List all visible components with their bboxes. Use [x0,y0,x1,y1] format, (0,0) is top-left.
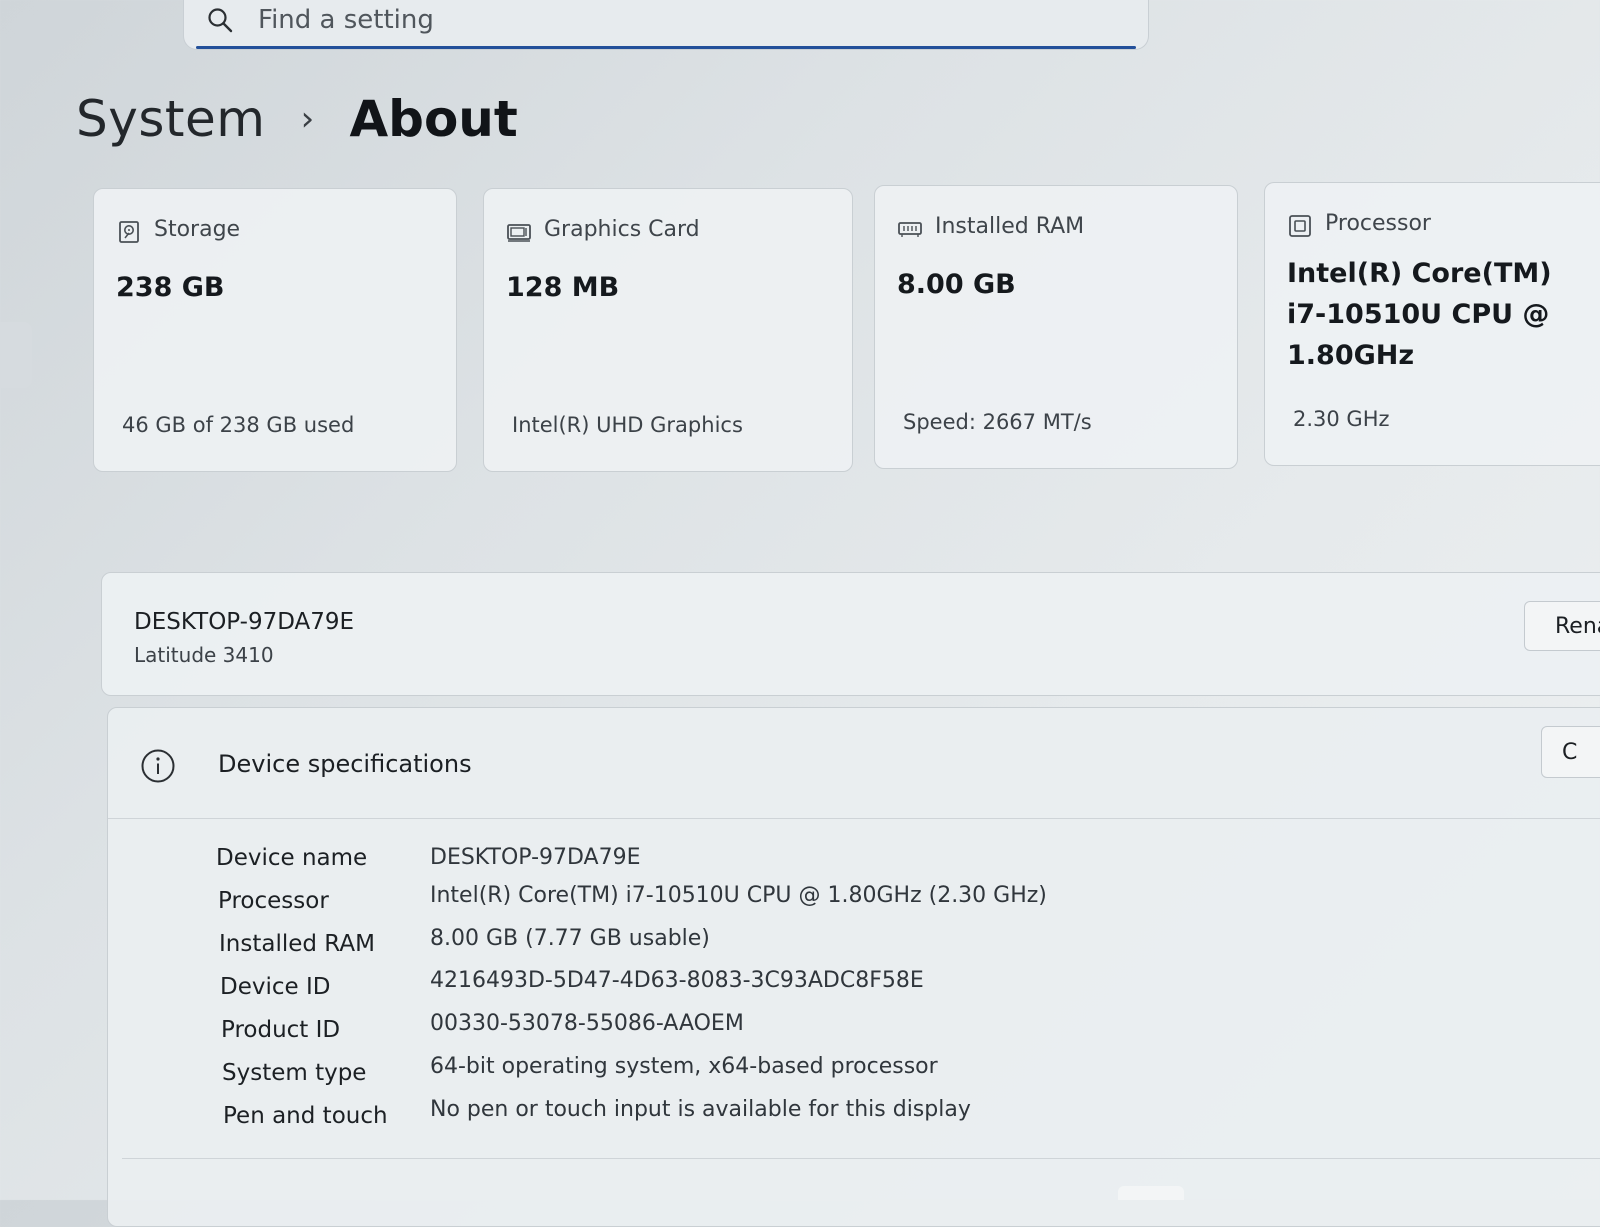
spec-label: Product ID [221,1017,341,1043]
installed-ram-card[interactable]: Installed RAM 8.00 GB Speed: 2667 MT/s [874,185,1238,469]
processor-label: Processor [1325,211,1431,236]
rename-pc-button[interactable]: Rena [1524,601,1600,651]
spec-value: No pen or touch input is available for t… [430,1097,971,1122]
processor-card[interactable]: Processor Intel(R) Core(TM) i7-10510U CP… [1264,182,1600,466]
device-name-row: DESKTOP-97DA79E Latitude 3410 Rena [101,572,1600,696]
storage-label: Storage [154,217,241,242]
installed-ram-label: Installed RAM [935,214,1085,239]
storage-value: 238 GB [116,272,225,303]
spec-row-system-type: System type 64-bit operating system, x64… [108,1054,1408,1100]
ram-speed: Speed: 2667 MT/s [903,410,1092,434]
graphics-card-icon [507,224,531,242]
spec-value: 64-bit operating system, x64-based proce… [430,1054,938,1079]
device-specifications-section: Device specifications C Device name DESK… [107,707,1600,1227]
scrollbar-thumb[interactable] [1118,1186,1184,1200]
breadcrumb-system[interactable]: System [76,90,265,148]
search-focus-underline [196,46,1136,49]
spec-value: Intel(R) Core(TM) i7-10510U CPU @ 1.80GH… [430,883,1047,908]
graphics-card-label: Graphics Card [544,217,700,242]
installed-ram-value: 8.00 GB [897,269,1016,300]
search-icon [208,8,233,33]
copy-button[interactable]: C [1541,726,1600,778]
spec-label: Installed RAM [219,931,375,957]
spec-value: 4216493D-5D47-4D63-8083-3C93ADC8F58E [430,968,924,993]
spec-label: Device name [216,845,368,871]
spec-row-pen-and-touch: Pen and touch No pen or touch input is a… [108,1097,1408,1143]
spec-value: DESKTOP-97DA79E [430,845,641,870]
storage-usage: 46 GB of 238 GB used [122,413,355,437]
graphics-card-model: Intel(R) UHD Graphics [512,413,743,437]
processor-value-line: i7-10510U CPU @ [1287,299,1550,330]
breadcrumb: System › About [76,86,518,152]
spec-label: Processor [218,888,329,914]
storage-icon [119,221,139,243]
processor-icon [1289,215,1311,237]
spec-row-processor: Processor Intel(R) Core(TM) i7-10510U CP… [108,883,1408,928]
info-icon [141,749,175,783]
graphics-card-card[interactable]: Graphics Card 128 MB Intel(R) UHD Graphi… [483,188,853,472]
spec-label: Pen and touch [223,1103,388,1129]
spec-label: System type [222,1060,367,1086]
device-hostname: DESKTOP-97DA79E [134,609,355,635]
processor-value-line: 1.80GHz [1287,340,1415,371]
spec-row-device-id: Device ID 4216493D-5D47-4D63-8083-3C93AD… [108,968,1408,1014]
spec-value: 00330-53078-55086-AAOEM [430,1011,744,1036]
ram-icon [898,222,922,237]
processor-value-line: Intel(R) Core(TM) [1287,258,1552,289]
graphics-card-value: 128 MB [506,272,620,303]
storage-card[interactable]: Storage 238 GB 46 GB of 238 GB used [93,188,457,472]
spec-label: Device ID [220,974,331,1000]
specs-divider [122,1158,1600,1159]
breadcrumb-separator: › [300,99,315,139]
page-title: About [349,90,518,148]
search-input[interactable] [256,2,1120,38]
processor-speed: 2.30 GHz [1293,407,1390,431]
specs-title: Device specifications [218,750,472,778]
specs-header[interactable]: Device specifications C [108,708,1600,819]
device-model: Latitude 3410 [134,643,274,667]
spec-row-device-name: Device name DESKTOP-97DA79E [108,845,1408,885]
processor-value: Intel(R) Core(TM) i7-10510U CPU @ 1.80GH… [1287,253,1552,376]
spec-value: 8.00 GB (7.77 GB usable) [430,926,710,951]
nav-edge [0,322,32,388]
search-box[interactable] [183,0,1149,50]
spec-row-product-id: Product ID 00330-53078-55086-AAOEM [108,1011,1408,1057]
spec-row-installed-ram: Installed RAM 8.00 GB (7.77 GB usable) [108,926,1408,971]
